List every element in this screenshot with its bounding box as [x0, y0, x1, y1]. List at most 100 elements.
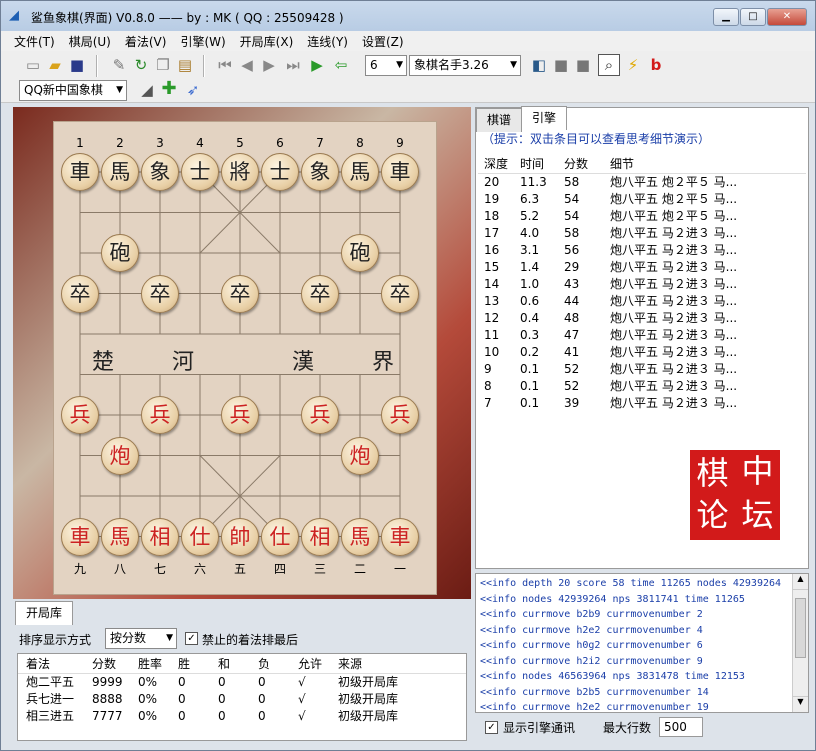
black-piece[interactable]: 卒 [381, 274, 419, 313]
black-piece[interactable]: 馬 [341, 153, 379, 191]
chess-board[interactable]: 123456789 九八七六五四三二一 楚 河 漢 界 車馬象士將士象馬車砲砲卒… [53, 121, 437, 595]
red-piece[interactable]: 仕 [181, 517, 219, 556]
menu-settings[interactable]: 设置(Z) [355, 33, 411, 50]
log-scrollbar[interactable]: ▲ ▼ [792, 574, 808, 712]
pause-icon[interactable]: ■ [573, 55, 593, 75]
black-piece[interactable]: 卒 [61, 274, 99, 313]
menu-engine[interactable]: 引擎(W) [173, 33, 232, 50]
table-row[interactable]: 9 0.1 52 炮八平五 马２进３ 马... [478, 361, 806, 378]
red-piece[interactable]: 帥 [221, 517, 259, 556]
table-row[interactable]: 12 0.4 48 炮八平五 马２进３ 马... [478, 310, 806, 327]
table-row[interactable]: 相三进五 7777 0% 0 0 0 √ 初级开局库 [18, 708, 466, 725]
prev-move-icon[interactable]: ◀ [237, 55, 257, 75]
black-piece[interactable]: 砲 [101, 234, 139, 272]
lightning-icon[interactable]: ⚡ [623, 55, 643, 75]
table-row[interactable]: 炮二平五 9999 0% 0 0 0 √ 初级开局库 [18, 674, 466, 691]
stop-icon[interactable]: ■ [551, 55, 571, 75]
table-row[interactable]: 16 3.1 56 炮八平五 马２进３ 马... [478, 242, 806, 259]
engine-window-icon[interactable]: ◧ [529, 55, 549, 75]
engine-select[interactable]: 象棋名手3.26 ▼ [409, 55, 521, 76]
red-piece[interactable]: 馬 [341, 517, 379, 556]
add-icon[interactable]: ✚ [159, 79, 179, 99]
copy-icon[interactable]: ❐ [153, 55, 173, 75]
table-row[interactable]: 7 0.1 39 炮八平五 马２进３ 马... [478, 395, 806, 412]
back-arrow-icon[interactable]: ⇦ [331, 55, 351, 75]
table-row[interactable]: 兵七进一 8888 0% 0 0 0 √ 初级开局库 [18, 691, 466, 708]
red-piece[interactable]: 兵 [141, 396, 179, 434]
refresh-icon[interactable]: ↻ [131, 55, 151, 75]
red-piece[interactable]: 兵 [301, 396, 339, 434]
feather-icon[interactable]: ➶ [183, 80, 203, 100]
menu-moves[interactable]: 着法(V) [118, 33, 174, 50]
sort-select[interactable]: 按分数 ▼ [105, 628, 177, 649]
table-row[interactable]: 19 6.3 54 炮八平五 炮２平５ 马... [478, 191, 806, 208]
engine-b-icon[interactable]: b [646, 55, 666, 75]
table-row[interactable]: 14 1.0 43 炮八平五 马２进３ 马... [478, 276, 806, 293]
scroll-down-icon[interactable]: ▼ [793, 696, 808, 712]
red-piece[interactable]: 兵 [381, 396, 419, 434]
black-piece[interactable]: 將 [221, 153, 259, 191]
red-piece[interactable]: 馬 [101, 517, 139, 556]
menu-connect[interactable]: 连线(Y) [300, 33, 355, 50]
red-piece[interactable]: 相 [141, 517, 179, 556]
black-piece[interactable]: 卒 [141, 274, 179, 313]
red-piece[interactable]: 仕 [261, 517, 299, 556]
close-button[interactable]: ✕ [767, 8, 807, 26]
first-move-icon[interactable]: ⏮ [215, 55, 235, 75]
table-cell: 19 [484, 192, 500, 206]
black-piece[interactable]: 卒 [221, 274, 259, 313]
tab-engine[interactable]: 引擎 [521, 106, 568, 130]
table-cell: 0.1 [520, 396, 540, 410]
red-piece[interactable]: 兵 [61, 396, 99, 434]
red-piece[interactable]: 相 [301, 517, 339, 556]
depth-select[interactable]: 6 ▼ [365, 55, 407, 76]
open-folder-icon[interactable]: ▰ [45, 55, 65, 75]
black-piece[interactable]: 車 [381, 153, 419, 191]
black-piece[interactable]: 士 [261, 153, 299, 191]
menu-file[interactable]: 文件(T) [7, 33, 62, 50]
new-file-icon[interactable]: ▭ [23, 55, 43, 75]
table-row[interactable]: 17 4.0 58 炮八平五 马２进３ 马... [478, 225, 806, 242]
black-piece[interactable]: 卒 [301, 274, 339, 313]
tab-record[interactable]: 棋谱 [476, 108, 523, 132]
last-move-icon[interactable]: ⏭ [283, 55, 303, 75]
red-piece[interactable]: 炮 [101, 436, 139, 475]
red-piece[interactable]: 車 [61, 517, 99, 556]
table-row[interactable]: 10 0.2 41 炮八平五 马２进３ 马... [478, 344, 806, 361]
play-icon[interactable]: ▶ [307, 55, 327, 75]
menu-opening-book[interactable]: 开局库(X) [233, 33, 301, 50]
tab-opening-book[interactable]: 开局库 [15, 601, 74, 625]
save-icon[interactable]: ■ [67, 55, 87, 75]
ban-moves-checkbox[interactable]: ✓ [185, 632, 198, 645]
black-piece[interactable]: 馬 [101, 153, 139, 191]
black-piece[interactable]: 象 [141, 153, 179, 191]
table-row[interactable]: 20 11.3 58 炮八平五 炮２平５ 马... [478, 174, 806, 191]
max-lines-input[interactable]: 500 [659, 717, 703, 737]
table-row[interactable]: 15 1.4 29 炮八平五 马２进３ 马... [478, 259, 806, 276]
table-row[interactable]: 13 0.6 44 炮八平五 马２进３ 马... [478, 293, 806, 310]
menu-game[interactable]: 棋局(U) [62, 33, 118, 50]
speaker-icon[interactable]: ◢ [137, 80, 157, 100]
table-row[interactable]: 11 0.3 47 炮八平五 马２进３ 马... [478, 327, 806, 344]
table-cell: 7 [484, 396, 492, 410]
show-comm-checkbox[interactable]: ✓ [485, 721, 498, 734]
black-piece[interactable]: 砲 [341, 234, 379, 272]
edit-icon[interactable]: ✎ [109, 55, 129, 75]
scroll-up-icon[interactable]: ▲ [793, 574, 808, 590]
scroll-thumb[interactable] [795, 598, 806, 658]
table-row[interactable]: 18 5.2 54 炮八平五 炮２平５ 马... [478, 208, 806, 225]
board-style-select[interactable]: QQ新中国象棋 ▼ [19, 80, 127, 101]
black-piece[interactable]: 象 [301, 153, 339, 191]
search-icon[interactable]: ⌕ [598, 54, 620, 76]
engine-log[interactable]: <<info depth 20 score 58 time 11265 node… [475, 573, 809, 713]
red-piece[interactable]: 炮 [341, 436, 379, 475]
red-piece[interactable]: 兵 [221, 396, 259, 434]
maximize-button[interactable]: □ [740, 8, 766, 26]
next-move-icon[interactable]: ▶ [259, 55, 279, 75]
black-piece[interactable]: 車 [61, 153, 99, 191]
paste-icon[interactable]: ▤ [175, 55, 195, 75]
minimize-button[interactable]: ▁ [713, 8, 739, 26]
red-piece[interactable]: 車 [381, 517, 419, 556]
black-piece[interactable]: 士 [181, 153, 219, 191]
table-row[interactable]: 8 0.1 52 炮八平五 马２进３ 马... [478, 378, 806, 395]
